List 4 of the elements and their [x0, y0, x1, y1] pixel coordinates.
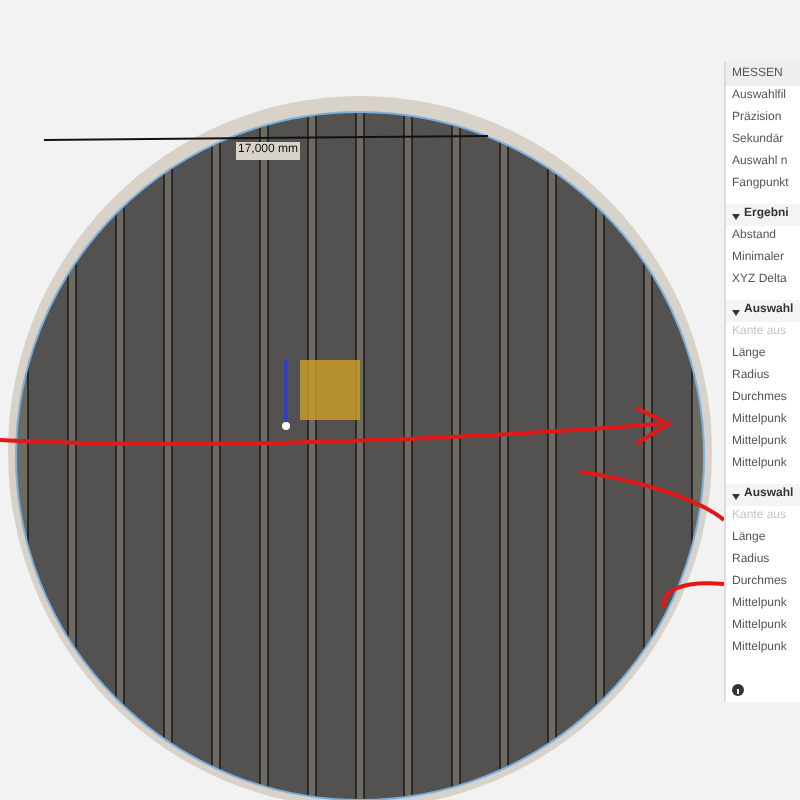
caret-icon [732, 491, 740, 499]
info-icon[interactable] [732, 684, 744, 696]
caret-icon [732, 211, 740, 219]
caret-icon [732, 307, 740, 315]
